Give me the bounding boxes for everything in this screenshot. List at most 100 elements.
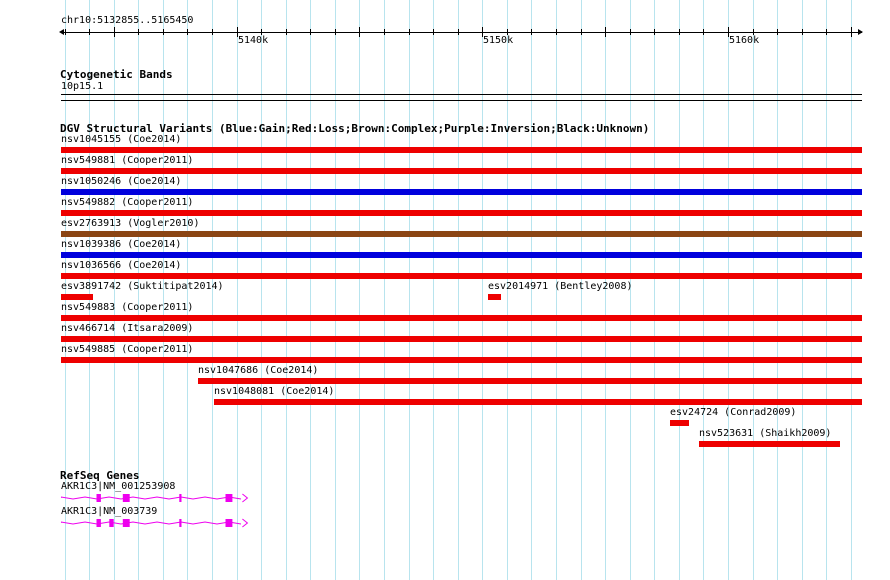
variant-label[interactable]: nsv1045155 (Coe2014) — [61, 134, 181, 146]
grid-line — [310, 0, 311, 580]
ruler-tick — [458, 29, 459, 35]
gene-exon — [122, 519, 130, 527]
variant-bar[interactable] — [61, 336, 862, 342]
grid-line — [802, 0, 803, 580]
grid-line — [286, 0, 287, 580]
grid-line — [703, 0, 704, 580]
ruler-tick — [409, 29, 410, 35]
ruler-tick — [703, 29, 704, 35]
variant-bar[interactable] — [214, 399, 862, 405]
variant-bar[interactable] — [699, 441, 840, 447]
ruler-tick-label: 5140k — [238, 35, 269, 46]
gene-exon — [179, 494, 182, 502]
variant-bar[interactable] — [198, 378, 862, 384]
variant-label[interactable]: esv3891742 (Suktitipat2014) — [61, 281, 224, 293]
ruler-tick — [187, 29, 188, 35]
position-label: chr10:5132855..5165450 — [61, 15, 194, 26]
variant-label[interactable]: nsv549883 (Cooper2011) — [61, 302, 193, 314]
ruler-tick — [335, 29, 336, 35]
gene-intron-line — [61, 521, 242, 525]
variant-label[interactable]: esv2014971 (Bentley2008) — [488, 281, 633, 293]
variant-label[interactable]: nsv549881 (Cooper2011) — [61, 155, 193, 167]
ruler-tick — [851, 27, 852, 37]
ruler-tick — [826, 29, 827, 35]
cytobands-track-title: Cytogenetic Bands — [60, 68, 173, 81]
variant-bar[interactable] — [61, 168, 862, 174]
grid-line — [261, 0, 262, 580]
ruler-tick — [531, 29, 532, 35]
variant-label[interactable]: nsv1050246 (Coe2014) — [61, 176, 181, 188]
gene-exon — [109, 519, 114, 527]
grid-line — [458, 0, 459, 580]
grid-line — [482, 0, 483, 580]
variant-label[interactable]: nsv466714 (Itsara2009) — [61, 323, 193, 335]
grid-line — [335, 0, 336, 580]
ruler-tick — [359, 27, 360, 37]
variant-bar[interactable] — [61, 189, 862, 195]
variant-bar[interactable] — [61, 231, 862, 237]
ruler-tick — [777, 29, 778, 35]
gene-exon — [179, 519, 182, 527]
ruler-tick — [65, 29, 66, 35]
variant-bar[interactable] — [61, 315, 862, 321]
gene-model[interactable] — [61, 492, 254, 506]
variant-label[interactable]: nsv1047686 (Coe2014) — [198, 365, 318, 377]
variant-bar[interactable] — [61, 294, 93, 300]
ruler-tick — [581, 29, 582, 35]
ruler-tick — [654, 29, 655, 35]
grid-line — [728, 0, 729, 580]
variant-bar[interactable] — [61, 273, 862, 279]
variant-bar[interactable] — [488, 294, 501, 300]
ruler-tick — [114, 27, 115, 37]
variant-label[interactable]: esv2763913 (Vogler2010) — [61, 218, 199, 230]
ruler-tick — [384, 29, 385, 35]
variant-label[interactable]: esv24724 (Conrad2009) — [670, 407, 796, 419]
cytoband-line-bottom — [61, 100, 862, 101]
gene-exon — [96, 519, 101, 527]
ruler-tick — [89, 29, 90, 35]
variant-label[interactable]: nsv1036566 (Coe2014) — [61, 260, 181, 272]
genome-browser-panel: chr10:5132855..5165450 5140k 5150k 5160k C… — [0, 0, 890, 580]
ruler-axis — [61, 32, 862, 33]
variant-bar[interactable] — [61, 357, 862, 363]
grid-line — [359, 0, 360, 580]
variant-bar[interactable] — [670, 420, 689, 426]
variant-bar[interactable] — [61, 147, 862, 153]
ruler-tick — [433, 29, 434, 35]
variant-bar[interactable] — [61, 252, 862, 258]
grid-line — [826, 0, 827, 580]
variant-label[interactable]: nsv549885 (Cooper2011) — [61, 344, 193, 356]
variant-label[interactable]: nsv1039386 (Coe2014) — [61, 239, 181, 251]
variant-bar[interactable] — [61, 210, 862, 216]
ruler-tick — [802, 29, 803, 35]
ruler-tick — [138, 29, 139, 35]
ruler-tick-label: 5150k — [483, 35, 514, 46]
ruler-tick — [556, 29, 557, 35]
ruler-tick — [286, 29, 287, 35]
gene-exon — [122, 494, 130, 502]
variant-label[interactable]: nsv549882 (Cooper2011) — [61, 197, 193, 209]
ruler-tick — [630, 29, 631, 35]
gene-exon — [225, 519, 233, 527]
grid-line — [851, 0, 852, 580]
ruler-tick — [212, 29, 213, 35]
ruler-tick — [310, 29, 311, 35]
gene-model[interactable] — [61, 517, 254, 531]
ruler-arrow-right — [858, 29, 863, 35]
grid-line — [409, 0, 410, 580]
strand-arrow-icon — [242, 493, 249, 503]
grid-line — [654, 0, 655, 580]
gene-exon — [225, 494, 233, 502]
cytoband-line-top — [61, 94, 862, 95]
strand-arrow-icon — [242, 518, 249, 528]
ruler-tick — [163, 29, 164, 35]
grid-line — [384, 0, 385, 580]
grid-line — [777, 0, 778, 580]
ruler-tick — [605, 27, 606, 37]
cytoband-label: 10p15.1 — [61, 81, 104, 92]
ruler-tick — [679, 29, 680, 35]
variant-label[interactable]: nsv1048081 (Coe2014) — [214, 386, 334, 398]
grid-line — [433, 0, 434, 580]
variant-label[interactable]: nsv523631 (Shaikh2009) — [699, 428, 831, 440]
ruler-tick-label: 5160k — [729, 35, 760, 46]
